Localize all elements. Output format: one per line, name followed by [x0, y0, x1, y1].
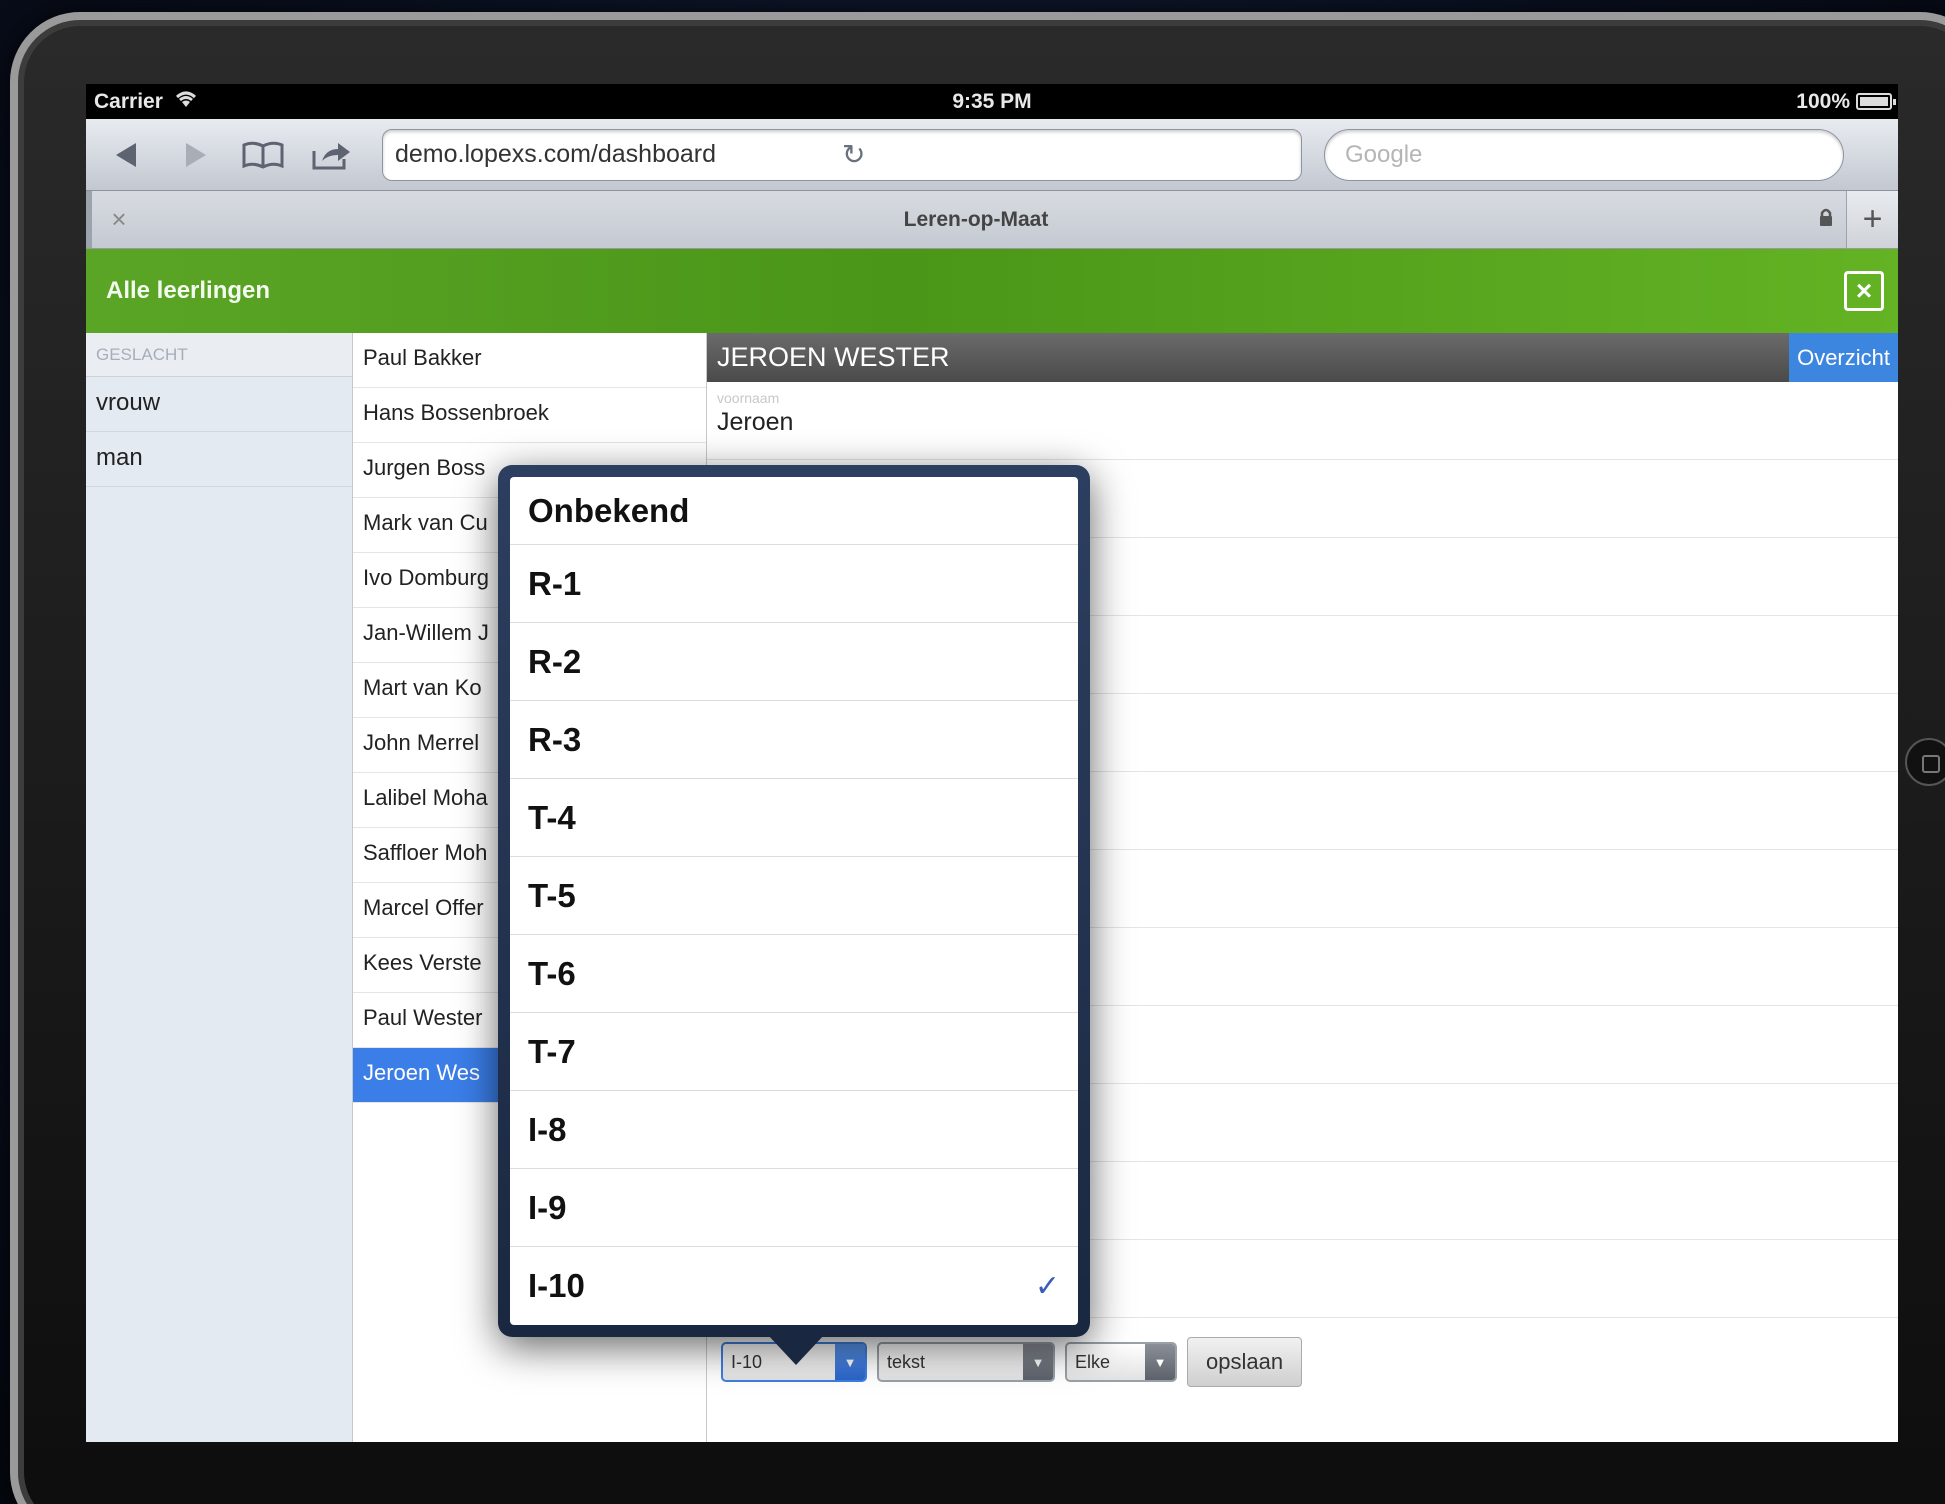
picker-option[interactable]: Onbekend	[510, 477, 1078, 545]
student-name: JEROEN WESTER	[717, 342, 950, 372]
url-field[interactable]: demo.lopexs.com/dashboard ↻	[382, 128, 1302, 181]
battery: 100%	[1796, 89, 1896, 114]
back-arrow-icon	[116, 142, 136, 167]
forward-arrow-icon	[186, 142, 206, 167]
status-bar: Carrier 9:35 PM 100%	[86, 84, 1898, 119]
url-text: demo.lopexs.com/dashboard	[395, 140, 717, 168]
firstname-label: voornaam	[717, 390, 780, 406]
back-button[interactable]	[104, 132, 150, 178]
app-header: Alle leerlingen ×	[86, 249, 1898, 333]
picker-option[interactable]: T-7	[510, 1013, 1078, 1091]
new-tab-button[interactable]: +	[1846, 191, 1898, 248]
picker-option-label: T-6	[528, 954, 576, 992]
picker-option-selected[interactable]: I-10 ✓	[510, 1247, 1078, 1325]
picker-option[interactable]: T-5	[510, 857, 1078, 935]
chevron-down-icon: ▼	[835, 1344, 865, 1380]
forward-button[interactable]	[172, 132, 218, 178]
search-placeholder: Google	[1345, 140, 1423, 168]
detail-header: JEROEN WESTER Overzicht	[707, 333, 1898, 382]
checkmark-icon: ✓	[1034, 1269, 1060, 1303]
book-icon	[242, 141, 284, 169]
picker-option[interactable]: R-3	[510, 701, 1078, 779]
close-icon[interactable]: ×	[1844, 271, 1884, 311]
picker-option-label: I-8	[528, 1110, 567, 1148]
status-time: 9:35 PM	[952, 89, 1032, 113]
frequency-select-value: Elke	[1075, 1352, 1111, 1372]
page-title: Alle leerlingen	[106, 277, 271, 304]
tab-bar: × Leren-op-Maat +	[86, 191, 1898, 249]
filter-heading: GESLACHT	[86, 333, 352, 377]
picker-option[interactable]: R-1	[510, 545, 1078, 623]
picker-list: Onbekend R-1 R-2 R-3 T-4 T-5 T-6 T-7 I-8…	[510, 477, 1078, 1325]
picker-option-label: T-5	[528, 876, 576, 914]
bookmarks-button[interactable]	[240, 132, 286, 178]
picker-option-label: Onbekend	[528, 491, 690, 529]
firstname-field[interactable]: voornaam Jeroen	[707, 382, 1898, 460]
save-button[interactable]: opslaan	[1187, 1337, 1303, 1387]
overview-button[interactable]: Overzicht	[1789, 333, 1898, 382]
search-field[interactable]: Google	[1324, 128, 1844, 181]
close-tab-icon[interactable]: ×	[86, 191, 146, 248]
picker-option-label: R-2	[528, 642, 582, 680]
firstname-value: Jeroen	[717, 408, 794, 436]
picker-option[interactable]: I-8	[510, 1091, 1078, 1169]
filter-item-man[interactable]: man	[86, 432, 352, 487]
filter-column: GESLACHT vrouw man	[86, 333, 353, 1442]
battery-label: 100%	[1796, 89, 1850, 113]
student-item[interactable]: Hans Bossenbroek	[353, 388, 706, 443]
share-button[interactable]	[308, 132, 354, 178]
chevron-down-icon: ▼	[1145, 1344, 1175, 1380]
picker-option[interactable]: I-9	[510, 1169, 1078, 1247]
picker-option-label: R-3	[528, 720, 582, 758]
chevron-down-icon: ▼	[1023, 1344, 1053, 1380]
frequency-select[interactable]: Elke ▼	[1065, 1342, 1177, 1382]
picker-option[interactable]: R-2	[510, 623, 1078, 701]
picker-option-label: T-7	[528, 1032, 576, 1070]
picker-option[interactable]: T-6	[510, 935, 1078, 1013]
picker-option[interactable]: T-4	[510, 779, 1078, 857]
picker-option-label: R-1	[528, 564, 582, 602]
picker-option-label: T-4	[528, 798, 576, 836]
lock-icon	[1806, 207, 1846, 233]
home-button[interactable]	[1905, 738, 1945, 786]
share-icon	[312, 142, 350, 169]
picker-option-label: I-9	[528, 1188, 567, 1226]
tab-title[interactable]: Leren-op-Maat	[146, 208, 1806, 232]
browser-toolbar: demo.lopexs.com/dashboard ↻ Google	[86, 119, 1898, 191]
type-select[interactable]: tekst ▼	[877, 1342, 1055, 1382]
type-select-value: tekst	[887, 1352, 926, 1372]
popover-arrow	[768, 1335, 824, 1365]
picker-option-label: I-10	[528, 1267, 585, 1304]
battery-icon	[1856, 93, 1896, 110]
reload-icon[interactable]: ↻	[842, 138, 1289, 171]
level-picker-popover: Onbekend R-1 R-2 R-3 T-4 T-5 T-6 T-7 I-8…	[498, 465, 1090, 1337]
filter-item-vrouw[interactable]: vrouw	[86, 377, 352, 432]
student-item[interactable]: Paul Bakker	[353, 333, 706, 388]
